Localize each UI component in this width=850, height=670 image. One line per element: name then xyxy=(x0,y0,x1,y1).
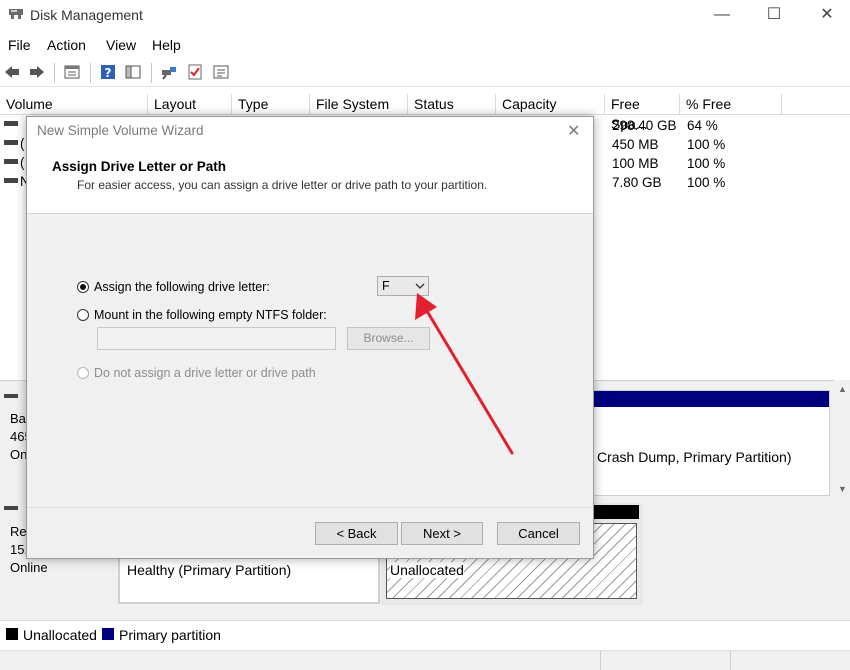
annotation-arrow xyxy=(415,293,514,455)
